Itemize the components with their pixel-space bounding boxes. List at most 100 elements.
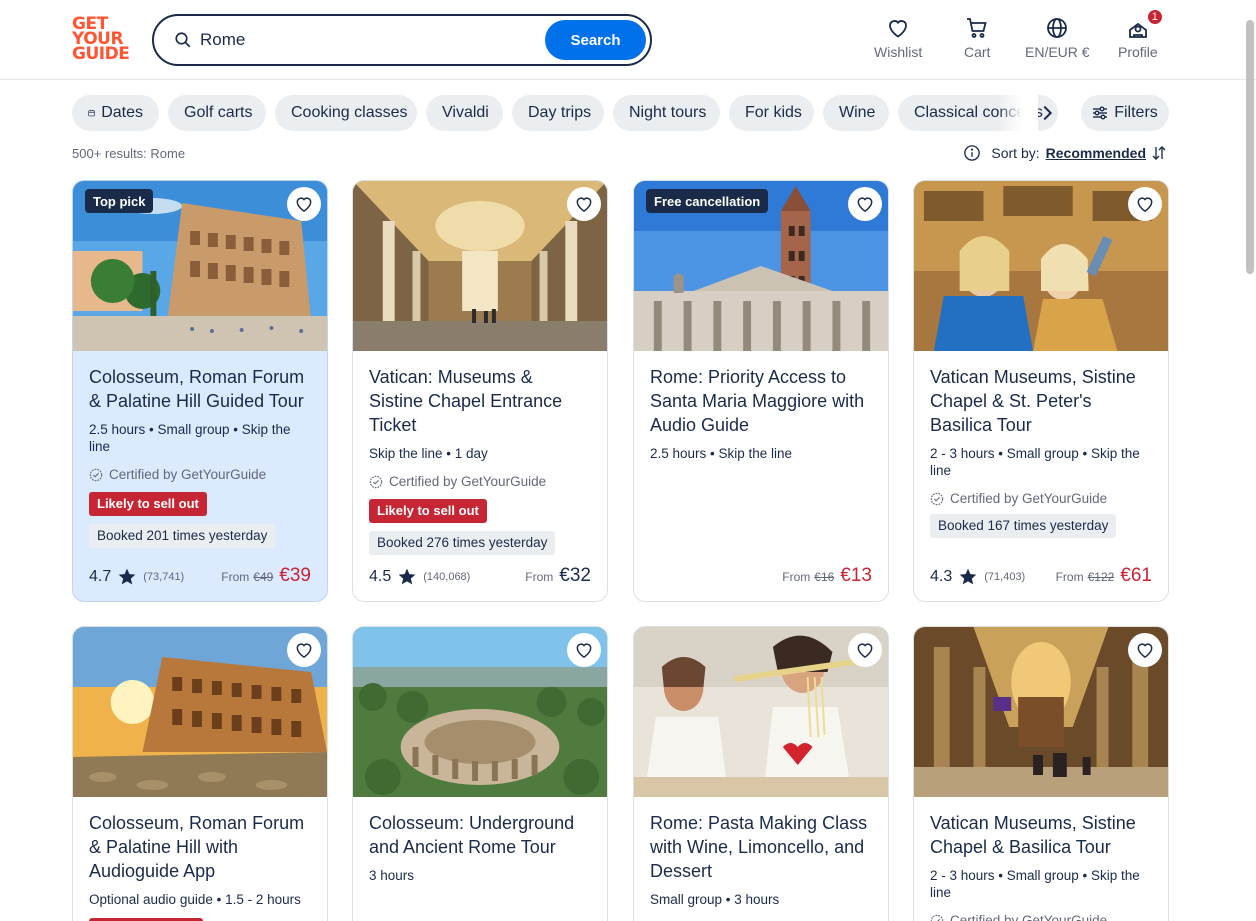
- chip-cooking-classes[interactable]: Cooking classes: [275, 95, 417, 131]
- activity-image-colosseum-aerial[interactable]: [353, 627, 607, 797]
- activity-image-colosseum-sunset[interactable]: [73, 627, 327, 797]
- wishlist-heart-button[interactable]: [567, 633, 601, 667]
- likely-to-sell-out-badge: Likely to sell out: [369, 499, 487, 523]
- getyourguide-logo[interactable]: GET YOUR GUIDE: [72, 16, 130, 65]
- original-price: €122: [1087, 570, 1115, 584]
- chip-for-kids[interactable]: For kids: [729, 95, 814, 131]
- activity-meta: Skip the line • 1 day: [369, 446, 488, 461]
- price: From €122 €61: [1055, 565, 1152, 586]
- chip-dates[interactable]: Dates: [72, 95, 159, 131]
- wishlist-heart-button[interactable]: [1128, 633, 1162, 667]
- cart-nav[interactable]: Cart: [964, 16, 990, 60]
- activity-meta: 2.5 hours • Small group • Skip the line: [89, 422, 291, 454]
- activity-meta: 2 - 3 hours • Small group • Skip the lin…: [930, 446, 1140, 478]
- search-input[interactable]: [200, 27, 530, 53]
- wishlist-nav[interactable]: Wishlist: [874, 16, 922, 60]
- activity-meta: 2.5 hours • Skip the line: [650, 446, 793, 461]
- activity-meta: Small group • 3 hours: [650, 892, 780, 907]
- profile-label: Profile: [1118, 44, 1158, 60]
- results-count: 500+ results: Rome: [72, 146, 186, 161]
- activity-title[interactable]: Colosseum, Roman Forum & Palatine Hill w…: [89, 811, 311, 883]
- sort-label: Sort by:: [991, 145, 1040, 161]
- language-currency-nav[interactable]: EN/EUR €: [1025, 16, 1090, 60]
- activity-card[interactable]: Colosseum, Roman Forum & Palatine Hill w…: [72, 626, 328, 921]
- wishlist-heart-button[interactable]: [848, 633, 882, 667]
- sort-control[interactable]: Sort by: Recommended: [963, 144, 1168, 162]
- activity-image-colosseum[interactable]: Top pick: [73, 181, 327, 351]
- activity-title[interactable]: Rome: Pasta Making Class with Wine, Limo…: [650, 811, 872, 883]
- star-icon: [959, 568, 977, 585]
- activity-title[interactable]: Rome: Priority Access to Santa Maria Mag…: [650, 365, 872, 437]
- page-scrollbar[interactable]: [1246, 20, 1254, 274]
- info-icon[interactable]: [963, 144, 981, 162]
- chip-vivaldi[interactable]: Vivaldi: [426, 95, 503, 131]
- chip-wine[interactable]: Wine: [823, 95, 889, 131]
- activity-card[interactable]: Free cancellation Rome: Priority Access …: [633, 180, 889, 602]
- review-count: (73,741): [143, 571, 185, 583]
- cart-label: Cart: [964, 44, 991, 60]
- booked-count-badge: Booked 201 times yesterday: [89, 524, 276, 548]
- chips-fade-overlay: [998, 95, 1038, 131]
- chip-night-tours[interactable]: Night tours: [613, 95, 720, 131]
- rating: 4.5 (140,068): [369, 567, 470, 587]
- heart-icon: [296, 197, 312, 212]
- original-price: €16: [814, 570, 835, 584]
- rating: 4.3 (71,403): [930, 567, 1025, 587]
- heart-icon: [857, 197, 873, 212]
- chip-golf-carts[interactable]: Golf carts: [168, 95, 266, 131]
- top-header: GET YOUR GUIDE Search Wishlist Cart EN/E…: [0, 0, 1256, 80]
- current-price: €32: [559, 565, 591, 586]
- activity-title[interactable]: Vatican: Museums & Sistine Chapel Entran…: [369, 365, 591, 437]
- certified-check-icon: [89, 468, 103, 481]
- heart-icon: [576, 643, 592, 658]
- heart-icon: [576, 197, 592, 212]
- heart-icon: [857, 643, 873, 658]
- rating-value: 4.3: [930, 568, 953, 585]
- review-count: (140,068): [423, 571, 471, 583]
- price: From €49 €39: [221, 565, 311, 586]
- activity-meta: 3 hours: [369, 868, 415, 883]
- activity-title[interactable]: Vatican Museums, Sistine Chapel & Basili…: [930, 811, 1152, 859]
- rating: 4.7 (73,741): [89, 567, 184, 587]
- booked-count-badge: Booked 167 times yesterday: [930, 514, 1117, 538]
- chevron-right-icon[interactable]: [1036, 102, 1058, 124]
- wishlist-heart-button[interactable]: [287, 633, 321, 667]
- activity-card[interactable]: Vatican: Museums & Sistine Chapel Entran…: [352, 180, 608, 602]
- free-cancellation-badge: Free cancellation: [646, 189, 769, 213]
- wishlist-heart-button[interactable]: [1128, 187, 1162, 221]
- price: From €16 €13: [782, 565, 872, 586]
- search-button[interactable]: Search: [545, 20, 646, 60]
- activity-image-st-peters-basilica[interactable]: [914, 627, 1168, 797]
- filters-button[interactable]: Filters: [1081, 95, 1169, 131]
- certified-label: Certified by GetYourGuide: [89, 467, 311, 482]
- wishlist-label: Wishlist: [874, 44, 923, 60]
- heart-icon: [1137, 643, 1153, 658]
- activity-card[interactable]: Vatican Museums, Sistine Chapel & St. Pe…: [913, 180, 1169, 602]
- top-pick-badge: Top pick: [85, 189, 154, 213]
- activity-image-pasta-class[interactable]: [634, 627, 888, 797]
- wishlist-heart-button[interactable]: [287, 187, 321, 221]
- activity-title[interactable]: Colosseum, Roman Forum & Palatine Hill G…: [89, 365, 311, 413]
- activity-card[interactable]: Rome: Pasta Making Class with Wine, Limo…: [633, 626, 889, 921]
- wishlist-heart-button[interactable]: [848, 187, 882, 221]
- current-price: €61: [1120, 565, 1152, 586]
- activity-image-santa-maria-maggiore[interactable]: Free cancellation: [634, 181, 888, 351]
- review-count: (71,403): [984, 571, 1026, 583]
- search-bar: Search: [152, 14, 652, 66]
- chip-day-trips[interactable]: Day trips: [512, 95, 604, 131]
- activity-title[interactable]: Colosseum: Underground and Ancient Rome …: [369, 811, 591, 859]
- activity-image-vatican-museums[interactable]: [353, 181, 607, 351]
- heart-icon: [889, 20, 908, 38]
- certified-check-icon: [369, 475, 383, 488]
- filter-chips-row: Dates Golf carts Cooking classes Vivaldi…: [72, 95, 1058, 131]
- wishlist-heart-button[interactable]: [567, 187, 601, 221]
- activity-card[interactable]: Vatican Museums, Sistine Chapel & Basili…: [913, 626, 1169, 921]
- activity-image-vatican-visitors[interactable]: [914, 181, 1168, 351]
- heart-icon: [296, 643, 312, 658]
- profile-nav[interactable]: 1 Profile: [1118, 8, 1164, 60]
- activity-card[interactable]: Top pick Colosseum, Roman Forum & Palati…: [72, 180, 328, 602]
- activity-title[interactable]: Vatican Museums, Sistine Chapel & St. Pe…: [930, 365, 1152, 437]
- sort-value[interactable]: Recommended: [1046, 145, 1146, 161]
- activity-card[interactable]: Colosseum: Underground and Ancient Rome …: [352, 626, 608, 921]
- star-icon: [118, 568, 136, 585]
